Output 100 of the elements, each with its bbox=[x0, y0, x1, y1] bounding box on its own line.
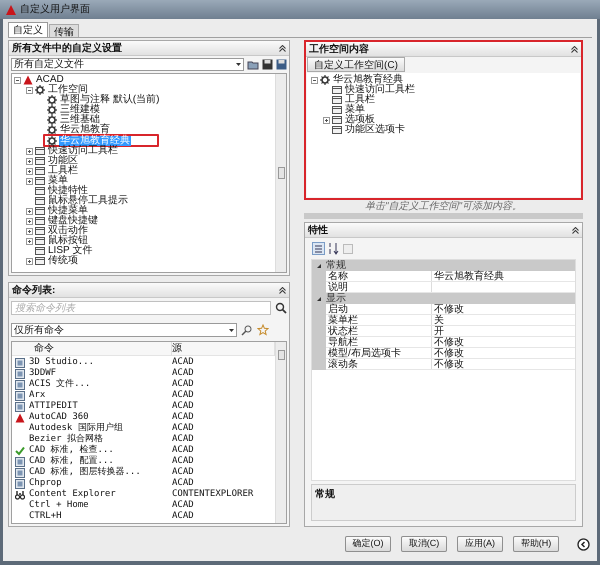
gear-icon bbox=[320, 75, 330, 85]
table-cell: ACIS 文件... bbox=[29, 379, 90, 390]
tree-item[interactable]: 三维建模 bbox=[59, 105, 101, 115]
expand-toggle-icon[interactable] bbox=[26, 148, 33, 154]
file-dropdown[interactable]: 所有自定义文件 bbox=[11, 58, 244, 71]
customize-workspace-button[interactable]: 自定义工作空间(C) bbox=[307, 57, 405, 72]
binoculars-icon bbox=[15, 490, 25, 500]
window-title: 自定义用户界面 bbox=[20, 2, 90, 17]
categorized-icon[interactable] bbox=[312, 242, 325, 255]
property-value[interactable]: 不修改 bbox=[432, 348, 575, 358]
table-cell: ATTIPEDIT bbox=[29, 401, 78, 412]
search-field[interactable]: 搜索命令列表 bbox=[11, 301, 271, 315]
table-cell: ACAD bbox=[172, 390, 194, 401]
window-icon bbox=[35, 146, 45, 156]
tree-item[interactable]: 快捷菜单 bbox=[47, 206, 89, 216]
save-as-icon[interactable] bbox=[276, 59, 287, 70]
tree-item[interactable]: 选项板 bbox=[344, 115, 376, 125]
property-value[interactable]: 不修改 bbox=[432, 337, 575, 347]
panel-title: 所有文件中的自定义设置 bbox=[12, 41, 122, 56]
collapse-icon[interactable] bbox=[571, 46, 578, 52]
tree-item[interactable]: 工作空间 bbox=[47, 85, 89, 95]
scrollbar[interactable] bbox=[275, 74, 286, 272]
collapse-icon[interactable] bbox=[279, 286, 286, 294]
window-icon bbox=[35, 176, 45, 186]
table-cell-text: CAD 标准, 配置... bbox=[29, 456, 114, 466]
tree-item[interactable]: 键盘快捷键 bbox=[47, 216, 99, 226]
expand-toggle-icon[interactable] bbox=[26, 208, 33, 214]
collapse-left-icon[interactable] bbox=[577, 538, 590, 550]
table-cell: ACAD bbox=[172, 478, 194, 489]
table-cell: ACAD bbox=[172, 401, 194, 412]
tree-item[interactable]: 鼠标按钮 bbox=[47, 236, 89, 246]
property-value[interactable]: 华云旭教育经典 bbox=[432, 271, 575, 281]
tree-item[interactable]: LISP 文件 bbox=[47, 246, 94, 256]
collapse-toggle-icon[interactable] bbox=[311, 76, 318, 84]
check-icon bbox=[15, 446, 25, 456]
window-icon bbox=[35, 206, 45, 216]
star-icon[interactable] bbox=[257, 324, 269, 336]
tree-item[interactable]: 草图与注释 默认(当前) bbox=[59, 95, 160, 105]
collapse-toggle-icon[interactable] bbox=[14, 76, 21, 84]
expand-toggle-icon[interactable] bbox=[26, 238, 33, 244]
table-cell: ACAD bbox=[172, 423, 194, 434]
dialog-button[interactable]: 帮助(H) bbox=[513, 536, 559, 552]
table-cell: ACAD bbox=[172, 456, 194, 467]
find-command-icon[interactable] bbox=[241, 324, 253, 336]
dialog-button[interactable]: 确定(O) bbox=[345, 536, 391, 552]
tree-item[interactable]: 快速访问工具栏 bbox=[344, 85, 416, 95]
expand-toggle-icon[interactable] bbox=[26, 178, 33, 184]
property-value[interactable]: 不修改 bbox=[432, 359, 575, 369]
expand-toggle-icon[interactable] bbox=[26, 218, 33, 224]
table-cell: ACAD bbox=[172, 511, 194, 522]
scrollbar[interactable] bbox=[275, 342, 286, 523]
expand-toggle-icon[interactable] bbox=[26, 168, 33, 174]
tree-item[interactable]: 华云旭教育 bbox=[59, 125, 111, 135]
gear-icon bbox=[47, 125, 57, 135]
expand-toggle-icon[interactable] bbox=[26, 258, 33, 264]
property-value[interactable]: 不修改 bbox=[432, 304, 575, 314]
tree-item[interactable]: 三维基础 bbox=[59, 115, 101, 125]
caret-icon bbox=[229, 328, 234, 332]
sort-alphabetical-icon[interactable] bbox=[328, 242, 339, 255]
expand-toggle-icon[interactable] bbox=[26, 158, 33, 164]
tree-item[interactable]: 双击动作 bbox=[47, 226, 89, 236]
tree-item[interactable]: 菜单 bbox=[47, 176, 69, 186]
collapse-icon[interactable] bbox=[279, 44, 286, 52]
dialog-button[interactable]: 取消(C) bbox=[401, 536, 447, 552]
triangle-icon bbox=[15, 412, 25, 422]
table-cell: ACAD bbox=[172, 445, 194, 456]
tree-item[interactable]: 传统项 bbox=[47, 256, 79, 266]
tab[interactable]: 自定义 bbox=[8, 22, 48, 37]
window-icon bbox=[35, 186, 45, 196]
filter-dropdown[interactable]: 仅所有命令 bbox=[11, 323, 237, 337]
tree-item[interactable]: 工具栏 bbox=[47, 166, 79, 176]
tree-item[interactable]: 快速访问工具栏 bbox=[47, 146, 119, 156]
tree-item[interactable]: 工具栏 bbox=[344, 95, 376, 105]
tree-item[interactable]: 华云旭教育经典 bbox=[332, 75, 404, 85]
table-cell: Chprop bbox=[29, 478, 62, 489]
tree-item[interactable]: 菜单 bbox=[344, 105, 366, 115]
table-cell: Arx bbox=[29, 390, 46, 401]
tab[interactable]: 传输 bbox=[49, 24, 79, 37]
tree-item[interactable]: 鼠标悬停工具提示 bbox=[47, 196, 129, 206]
table-cell: Content Explorer bbox=[29, 489, 116, 500]
property-name: 滚动条 bbox=[326, 359, 432, 369]
expand-toggle-icon[interactable] bbox=[26, 228, 33, 234]
collapse-icon[interactable] bbox=[572, 226, 579, 234]
window-icon bbox=[332, 115, 342, 125]
collapse-toggle-icon[interactable] bbox=[26, 86, 33, 94]
window-icon bbox=[332, 125, 342, 135]
tree-item[interactable]: 功能区选项卡 bbox=[344, 125, 406, 135]
tree-item[interactable]: 功能区 bbox=[47, 156, 79, 166]
save-icon[interactable] bbox=[262, 59, 273, 70]
window-icon bbox=[35, 236, 45, 246]
expand-toggle-icon[interactable] bbox=[323, 116, 330, 124]
window-icon bbox=[35, 196, 45, 206]
open-file-icon[interactable] bbox=[247, 59, 259, 70]
search-icon[interactable] bbox=[275, 302, 287, 314]
column-header[interactable]: 命令 bbox=[12, 342, 172, 356]
tree-item[interactable]: ACAD bbox=[35, 75, 65, 85]
table-cell-text: Autodesk 国际用户组 bbox=[29, 423, 123, 434]
property-name: 导航栏 bbox=[326, 337, 432, 347]
dialog-button[interactable]: 应用(A) bbox=[457, 536, 503, 552]
tree-item[interactable]: 快捷特性 bbox=[47, 186, 89, 196]
